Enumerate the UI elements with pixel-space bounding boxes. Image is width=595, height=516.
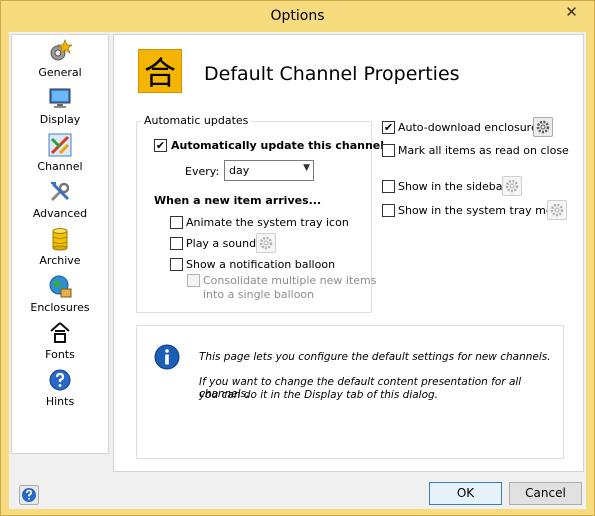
channel-logo-icon: 合 <box>138 49 182 93</box>
show-tray-menu-checkbox[interactable] <box>382 204 395 217</box>
cancel-button[interactable]: Cancel <box>509 482 582 505</box>
show-sidebar-label: Show in the sidebar <box>398 180 508 193</box>
auto-update-checkbox[interactable] <box>154 139 167 152</box>
sidebar-item-label: Channel <box>37 160 83 173</box>
window-title: Options <box>270 8 325 24</box>
update-interval-select[interactable]: day ▼ <box>224 160 314 181</box>
play-sound-checkbox[interactable] <box>170 237 183 250</box>
mark-read-checkbox[interactable] <box>382 144 395 157</box>
sidebar-settings-button[interactable] <box>502 176 522 196</box>
sidebar-item-archive[interactable]: Archive <box>12 226 108 273</box>
sidebar-item-channel[interactable]: Channel <box>12 132 108 179</box>
info-box: This page lets you configure the default… <box>136 325 564 459</box>
sidebar-item-label: Advanced <box>32 207 88 220</box>
channel-icon <box>48 133 72 157</box>
sidebar-item-label: Archive <box>39 254 81 267</box>
sidebar-item-enclosures[interactable]: Enclosures <box>12 273 108 320</box>
show-sidebar-checkbox[interactable] <box>382 180 395 193</box>
consolidate-checkbox[interactable] <box>187 274 200 287</box>
info-text-line3: you can do it in the Display tab of this… <box>199 389 439 401</box>
mark-read-label: Mark all items as read on close <box>398 144 569 157</box>
play-sound-label: Play a sound <box>186 237 257 250</box>
notification-balloon-checkbox[interactable] <box>170 258 183 271</box>
chevron-down-icon: ▼ <box>303 163 310 173</box>
sound-settings-button[interactable] <box>256 233 276 253</box>
monitor-icon <box>49 88 71 108</box>
gear-icon <box>550 203 564 217</box>
svg-text:合: 合 <box>144 54 176 92</box>
sidebar-item-advanced[interactable]: Advanced <box>12 179 108 226</box>
animate-tray-label: Animate the system tray icon <box>186 216 349 229</box>
new-item-heading: When a new item arrives... <box>154 194 322 207</box>
group-legend: Automatic updates <box>141 114 252 127</box>
sidebar-item-hints[interactable]: Hints <box>12 367 108 414</box>
sidebar-item-display[interactable]: Display <box>12 85 108 132</box>
page-title: Default Channel Properties <box>204 63 460 85</box>
auto-update-label: Automatically update this channel <box>171 139 385 152</box>
sidebar-item-label: Display <box>39 113 81 126</box>
auto-download-checkbox[interactable] <box>382 121 395 134</box>
gear-icon <box>259 236 273 250</box>
close-button[interactable]: ✕ <box>555 2 588 22</box>
tray-menu-settings-button[interactable] <box>547 200 567 220</box>
globe-icon <box>49 275 72 298</box>
gear-icon <box>536 120 550 134</box>
sidebar: General Display Channel Advanced Archive… <box>11 34 109 454</box>
every-label: Every: <box>185 165 220 178</box>
info-icon <box>154 344 180 370</box>
update-interval-value: day <box>229 164 250 177</box>
channel-settings-panel: 合 Default Channel Properties Automatic u… <box>113 34 584 472</box>
enclosure-settings-button[interactable] <box>533 117 553 137</box>
info-text-line1: This page lets you configure the default… <box>199 351 551 363</box>
question-icon <box>49 369 71 391</box>
auto-download-label: Auto-download enclosures <box>398 121 544 134</box>
dialog-client: General Display Channel Advanced Archive… <box>9 32 586 509</box>
automatic-updates-group: Automatic updates Automatically update t… <box>136 114 384 313</box>
sidebar-item-general[interactable]: General <box>12 38 108 85</box>
sidebar-item-label: General <box>38 66 82 79</box>
tools-icon <box>50 182 70 202</box>
ok-button[interactable]: OK <box>429 482 502 505</box>
consolidate-label-line2: into a single balloon <box>203 288 315 301</box>
font-glyph-icon <box>50 322 70 343</box>
help-button[interactable] <box>19 485 39 505</box>
sidebar-item-label: Fonts <box>45 348 75 361</box>
gear-icon <box>505 179 519 193</box>
gear-star-icon <box>50 39 72 61</box>
show-tray-menu-label: Show in the system tray menu <box>398 204 567 217</box>
notification-balloon-label: Show a notification balloon <box>186 258 336 271</box>
sidebar-item-label: Hints <box>45 395 75 408</box>
sidebar-item-fonts[interactable]: Fonts <box>12 320 108 367</box>
animate-tray-checkbox[interactable] <box>170 216 183 229</box>
consolidate-label-line1: Consolidate multiple new items <box>203 274 377 287</box>
options-window: Options ✕ General Display Channel Advanc… <box>0 0 595 516</box>
sidebar-item-label: Enclosures <box>30 301 90 314</box>
database-icon <box>52 228 68 251</box>
